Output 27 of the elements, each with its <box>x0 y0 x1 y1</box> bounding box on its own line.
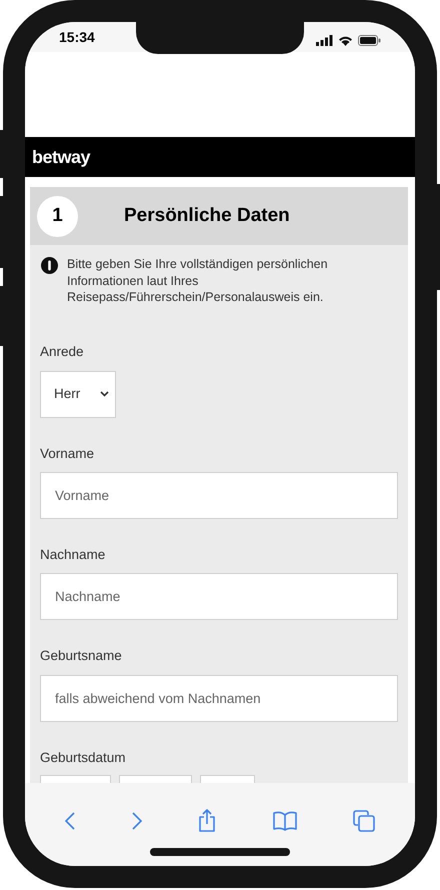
field-label: Geburtsdatum <box>40 748 127 766</box>
field-label: Anrede <box>40 342 85 360</box>
info-icon <box>41 257 58 274</box>
input-field[interactable]: Vorname <box>40 472 398 519</box>
input-field[interactable]: Nachname <box>40 573 398 620</box>
field-label: Nachname <box>40 546 106 564</box>
date-field[interactable] <box>40 774 111 783</box>
salutation-select[interactable]: Herr <box>40 370 116 418</box>
date-field[interactable] <box>200 774 255 783</box>
back-icon[interactable] <box>65 812 75 830</box>
battery-icon <box>358 34 381 46</box>
signal-icon <box>316 34 333 46</box>
logo[interactable]: betway <box>32 144 90 170</box>
clock: 15:34 <box>59 28 95 46</box>
share-icon[interactable] <box>198 809 216 832</box>
forward-icon[interactable] <box>132 812 142 830</box>
input-field[interactable]: falls abweichend vom Nachnamen <box>40 674 398 722</box>
wifi-icon <box>338 34 353 46</box>
book-icon[interactable] <box>272 810 296 830</box>
field-label: Geburtsname <box>40 647 123 666</box>
step-number: 1 <box>37 196 78 236</box>
chevron-down-icon <box>100 391 109 398</box>
section-title: Persönliche Daten <box>124 204 290 228</box>
info-text: Bitte geben Sie Ihre vollständigen persönlichen Informationen laut Ihres Reisepass/Führerschein/Personalausweis ein. <box>67 256 329 306</box>
date-field[interactable] <box>119 774 192 783</box>
tabs-icon[interactable] <box>353 810 375 832</box>
field-label: Vorname <box>40 444 96 463</box>
